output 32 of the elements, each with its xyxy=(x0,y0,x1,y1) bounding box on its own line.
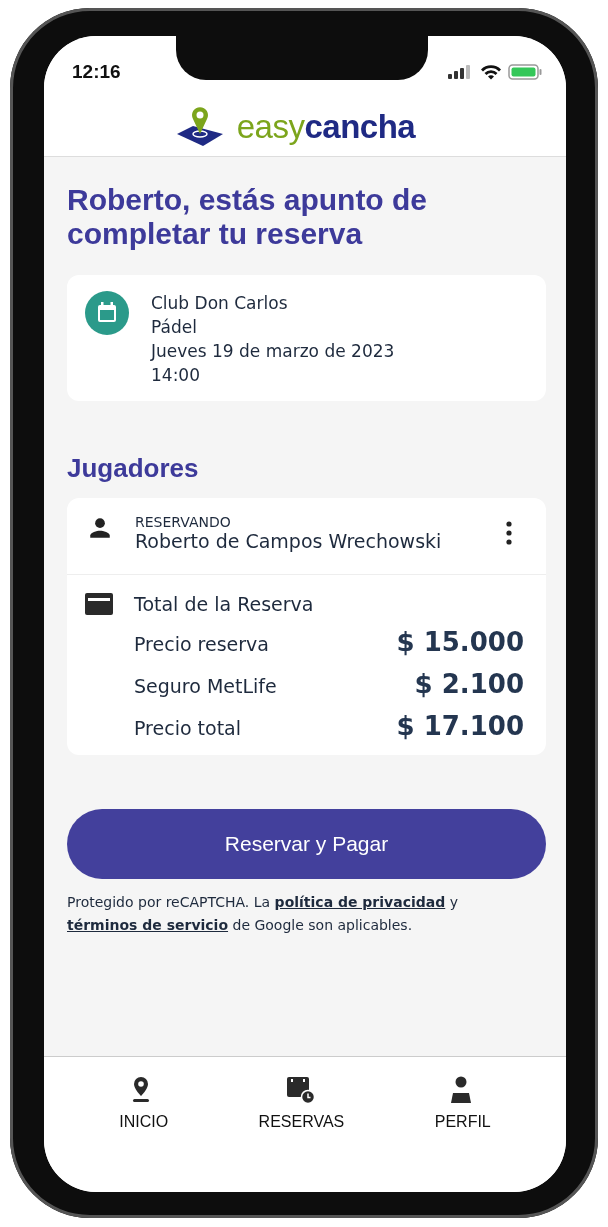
booking-date: Jueves 19 de marzo de 2023 xyxy=(151,340,395,363)
map-pin-icon xyxy=(176,106,223,148)
price-label: Precio reserva xyxy=(134,633,269,655)
calendar-clock-icon xyxy=(286,1075,317,1105)
price-label: Seguro MetLife xyxy=(134,675,277,697)
pay-button[interactable]: Reservar y Pagar xyxy=(67,809,546,879)
page-title: Roberto, estás apunto de completar tu reserva xyxy=(67,183,429,251)
wifi-icon xyxy=(480,64,502,80)
notice-link[interactable]: política de privacidad xyxy=(274,894,446,910)
sport-name: Pádel xyxy=(151,316,198,339)
logo-wordmark: easycancha xyxy=(236,108,416,146)
calendar-icon xyxy=(85,291,129,335)
credit-card-icon xyxy=(85,593,113,615)
nav-tab[interactable]: INICIO xyxy=(115,1075,173,1139)
price-amount: $ 15.000 xyxy=(396,627,524,657)
price-label: Precio total xyxy=(134,717,242,739)
person-icon xyxy=(87,515,113,541)
player-name: Roberto de Campos Wrechowski xyxy=(135,530,443,552)
player-role: RESERVANDO xyxy=(135,514,232,530)
battery-icon xyxy=(508,64,542,80)
price-amount: $ 17.100 xyxy=(396,711,524,741)
nav-tab[interactable]: RESERVAS xyxy=(254,1075,349,1139)
nav-tab[interactable]: PERFIL xyxy=(430,1075,495,1139)
recaptcha-notice: Protegido por reCAPTCHA. La política de privacidad y términos de servicio de Google son aplicables. xyxy=(67,893,459,935)
more-icon xyxy=(506,521,512,545)
notice-link[interactable]: términos de servicio xyxy=(67,917,229,933)
section-heading: Jugadores xyxy=(67,453,200,484)
status-time: 12:16 xyxy=(72,61,121,83)
total-heading: Total de la Reserva xyxy=(134,593,314,615)
club-name: Club Don Carlos xyxy=(151,292,289,315)
price-amount: $ 2.100 xyxy=(414,669,524,699)
booking-time: 14:00 xyxy=(151,364,201,387)
